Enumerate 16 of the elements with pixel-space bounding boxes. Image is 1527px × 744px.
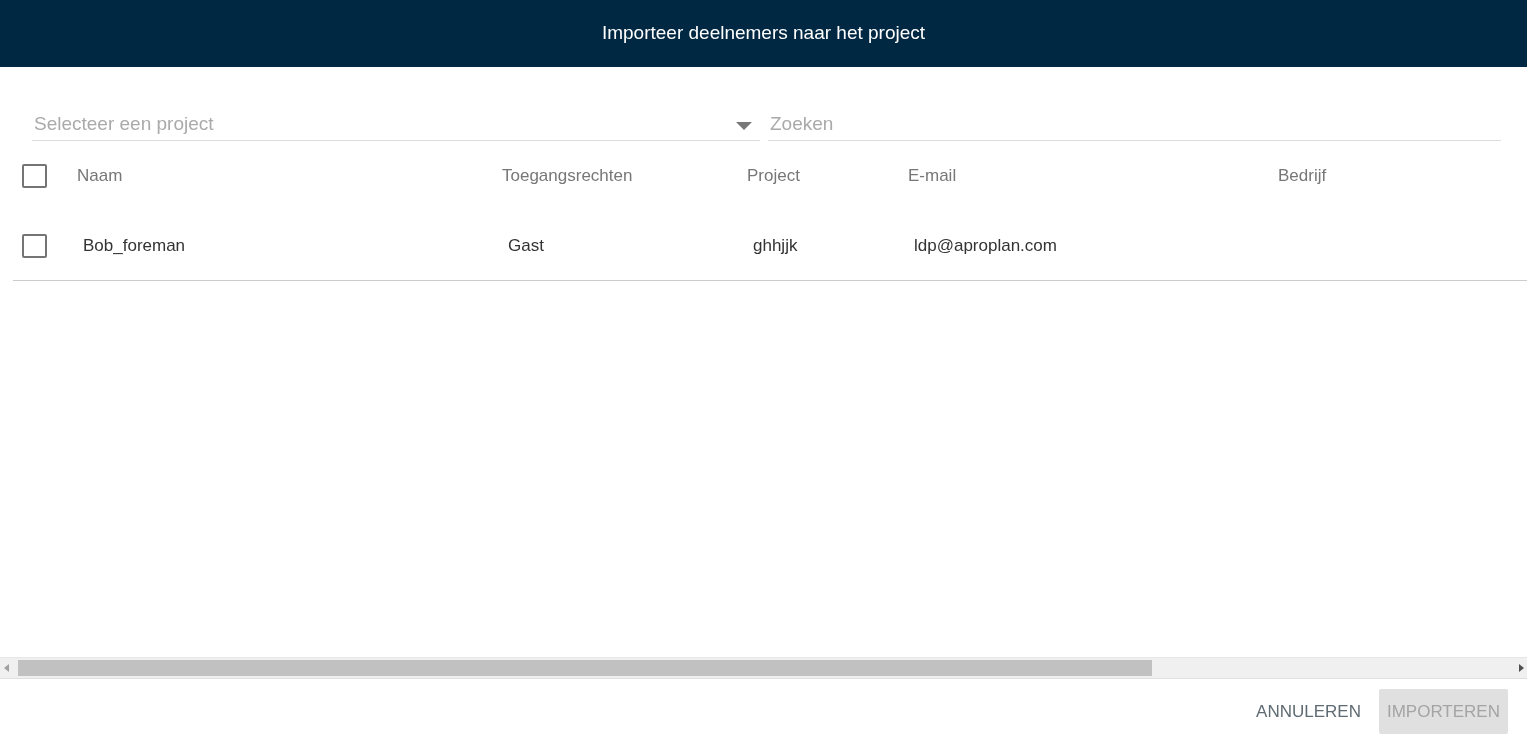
table-cell: ghhjjk (753, 235, 798, 255)
checkbox[interactable] (22, 233, 47, 258)
table-cell: ldp@aproplan.com (914, 235, 1057, 255)
scroll-right-icon[interactable] (1519, 664, 1524, 672)
footer-button[interactable]: ANNULEREN (1248, 688, 1369, 735)
column-header: E-mail (908, 166, 957, 186)
column-header: Toegangsrechten (502, 166, 633, 186)
column-header: Project (747, 166, 800, 186)
caret-icon (736, 122, 752, 130)
horizontal-scrollbar[interactable] (0, 657, 1527, 678)
checkbox[interactable] (22, 164, 47, 188)
column-header: Naam (77, 166, 123, 186)
column-header: Bedrijf (1278, 166, 1327, 186)
table-cell: Bob_foreman (83, 235, 186, 255)
dialog-title: Importeer deelnemers naar het project (601, 21, 926, 46)
table-cell: Gast (508, 235, 544, 255)
